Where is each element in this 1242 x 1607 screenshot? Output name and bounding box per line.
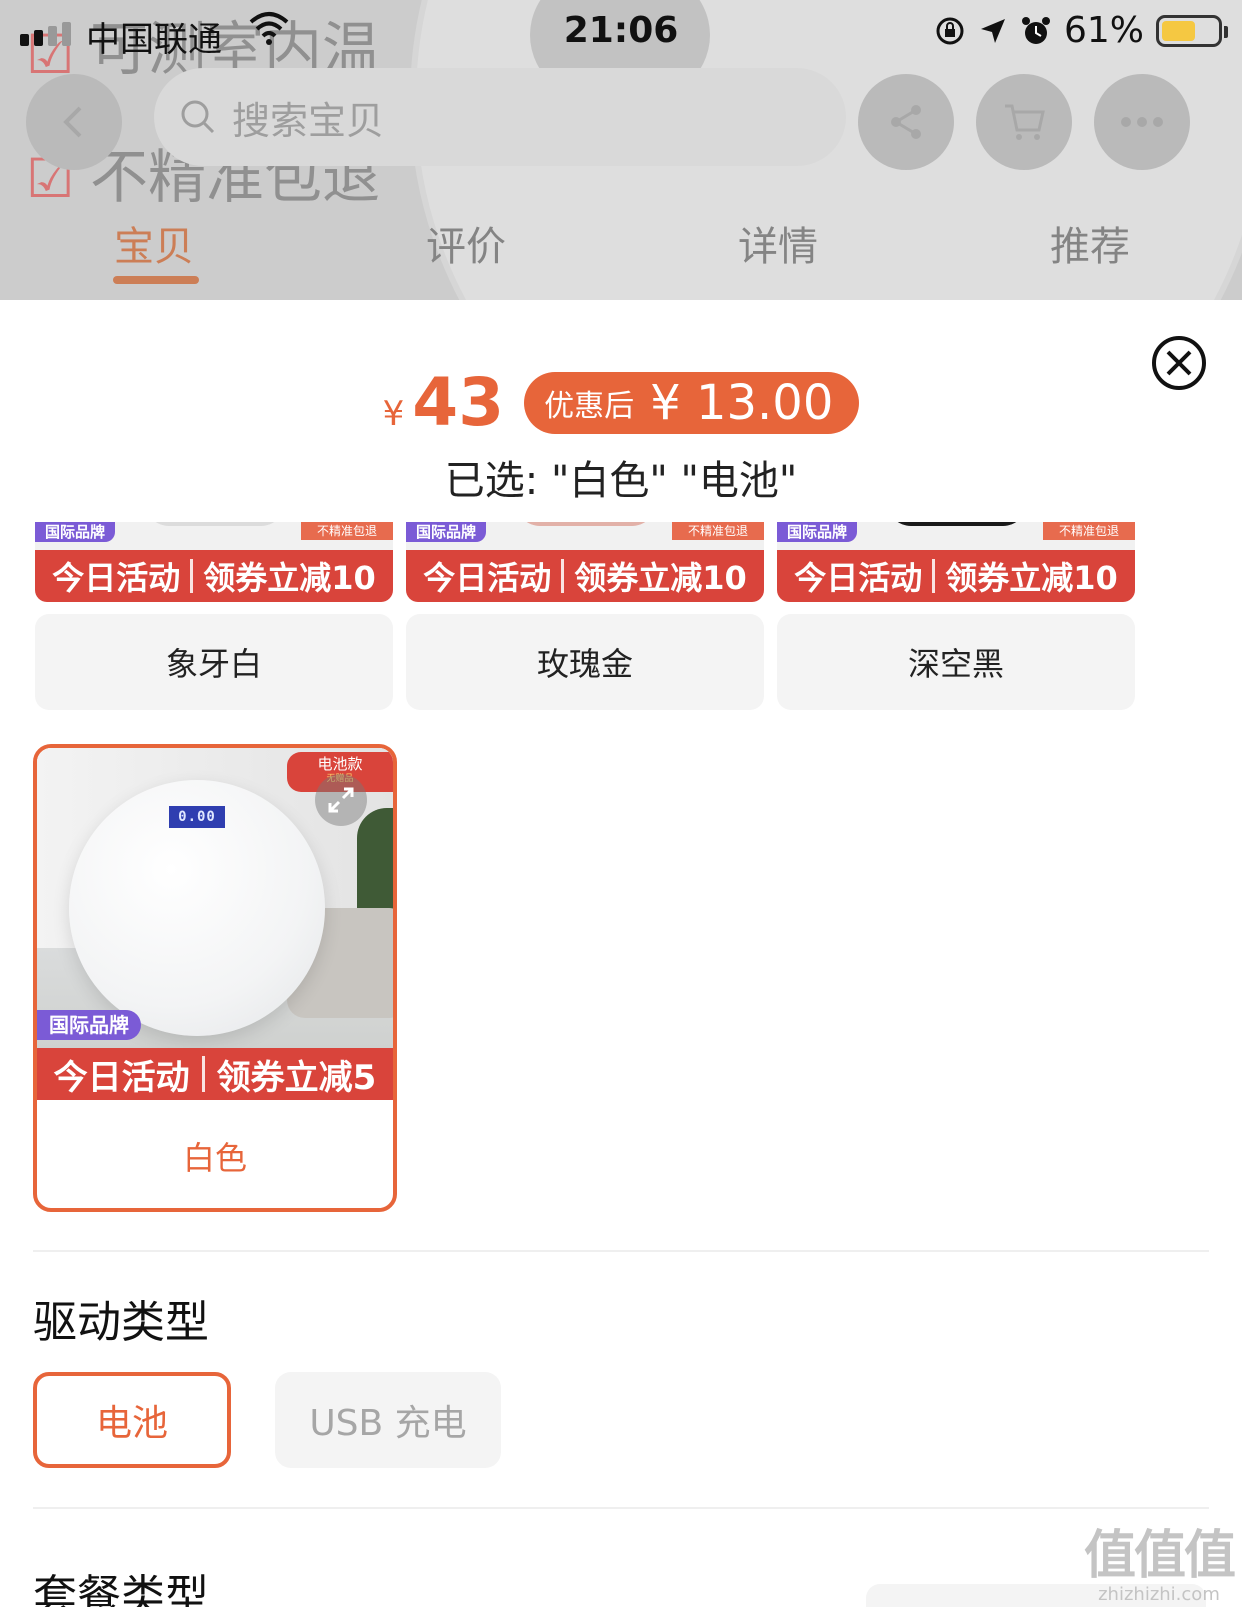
expand-image-button[interactable] [315,774,367,826]
promo-left-text: 今日活动 [794,559,923,597]
sku-selection-sheet: ¥ 43 优惠后 ¥ 13.00 已选: "白色" "电池" 国际品牌 不精准包… [0,300,1242,1607]
promo-banner: 今日活动 领券立减10 [35,550,393,602]
variant-label[interactable]: 深空黑 [777,614,1135,710]
package-type-title: 套餐类型 [33,1571,209,1607]
brand-tag: 国际品牌 [35,522,116,542]
brand-tag: 国际品牌 [37,1010,141,1040]
brand-tag: 国际品牌 [406,522,487,542]
variant-label[interactable]: 象牙白 [35,614,393,710]
promo-right-text: 领券立减10 [945,559,1118,597]
watermark: 值值值 zhizhizhi.com [1083,1513,1236,1605]
coupon-label: 优惠后 [544,388,635,424]
expand-icon [328,787,354,813]
status-bar: 中国联通 21:06 61% [0,0,1242,64]
promo-left-text: 今日活动 [53,1057,190,1098]
promo-banner: 今日活动 领券立减10 [777,550,1135,602]
section-divider [33,1250,1209,1252]
watermark-logo: 值值值 [1083,1526,1236,1586]
badge-text: 电池款 [317,755,363,773]
selected-summary: 已选: "白色" "电池" [444,458,798,504]
location-arrow-icon [980,18,1005,43]
drive-option-battery[interactable]: 电池 [33,1372,231,1468]
return-tag: 不精准包退 [671,522,764,540]
price-row: ¥ 43 优惠后 ¥ 13.00 [0,364,1242,441]
price-value: 43 [412,364,505,441]
scale-image [145,522,285,526]
promo-right-text: 领券立减5 [216,1057,377,1098]
battery-icon [1156,14,1228,47]
variant-thumbnail: 国际品牌 不精准包退 今日活动 领券立减10 [35,522,393,602]
battery-percentage: 61% [1063,10,1144,51]
rotation-lock-icon [936,17,964,44]
variant-thumbnail: 国际品牌 不精准包退 今日活动 领券立减10 [777,522,1135,602]
scale-image [887,522,1027,526]
variant-label[interactable]: 玫瑰金 [406,614,764,710]
variant-option-white-selected[interactable]: 0.00 电池款 无赠品 国际品牌 今日活动 领券立减5 白色 [33,744,397,1212]
promo-banner: 今日活动 领券立减5 [37,1048,393,1100]
alarm-icon [1021,16,1050,44]
return-tag: 不精准包退 [300,522,393,540]
variant-thumbnail: 国际品牌 不精准包退 今日活动 领券立减10 [406,522,764,602]
brand-tag: 国际品牌 [777,522,858,542]
promo-left-text: 今日活动 [423,559,552,597]
battery-fill [1162,20,1195,41]
variant-label: 白色 [182,1139,247,1177]
promo-right-text: 领券立减10 [574,559,747,597]
scale-image [516,522,656,526]
variant-photo: 0.00 电池款 无赠品 国际品牌 [37,748,393,1048]
scale-display: 0.00 [169,806,225,828]
section-divider [33,1507,1209,1509]
watermark-url: zhizhizhi.com [1098,1584,1220,1605]
drive-option-usb[interactable]: USB 充电 [275,1372,501,1468]
promo-banner: 今日活动 领券立减10 [406,550,764,602]
coupon-price: ¥ 13.00 [650,374,834,431]
promo-left-text: 今日活动 [52,559,181,597]
currency-symbol: ¥ [382,393,405,434]
coupon-price-badge: 优惠后 ¥ 13.00 [524,371,860,434]
promo-right-text: 领券立减10 [203,559,376,597]
return-tag: 不精准包退 [1042,522,1135,540]
drive-type-title: 驱动类型 [33,1297,209,1348]
